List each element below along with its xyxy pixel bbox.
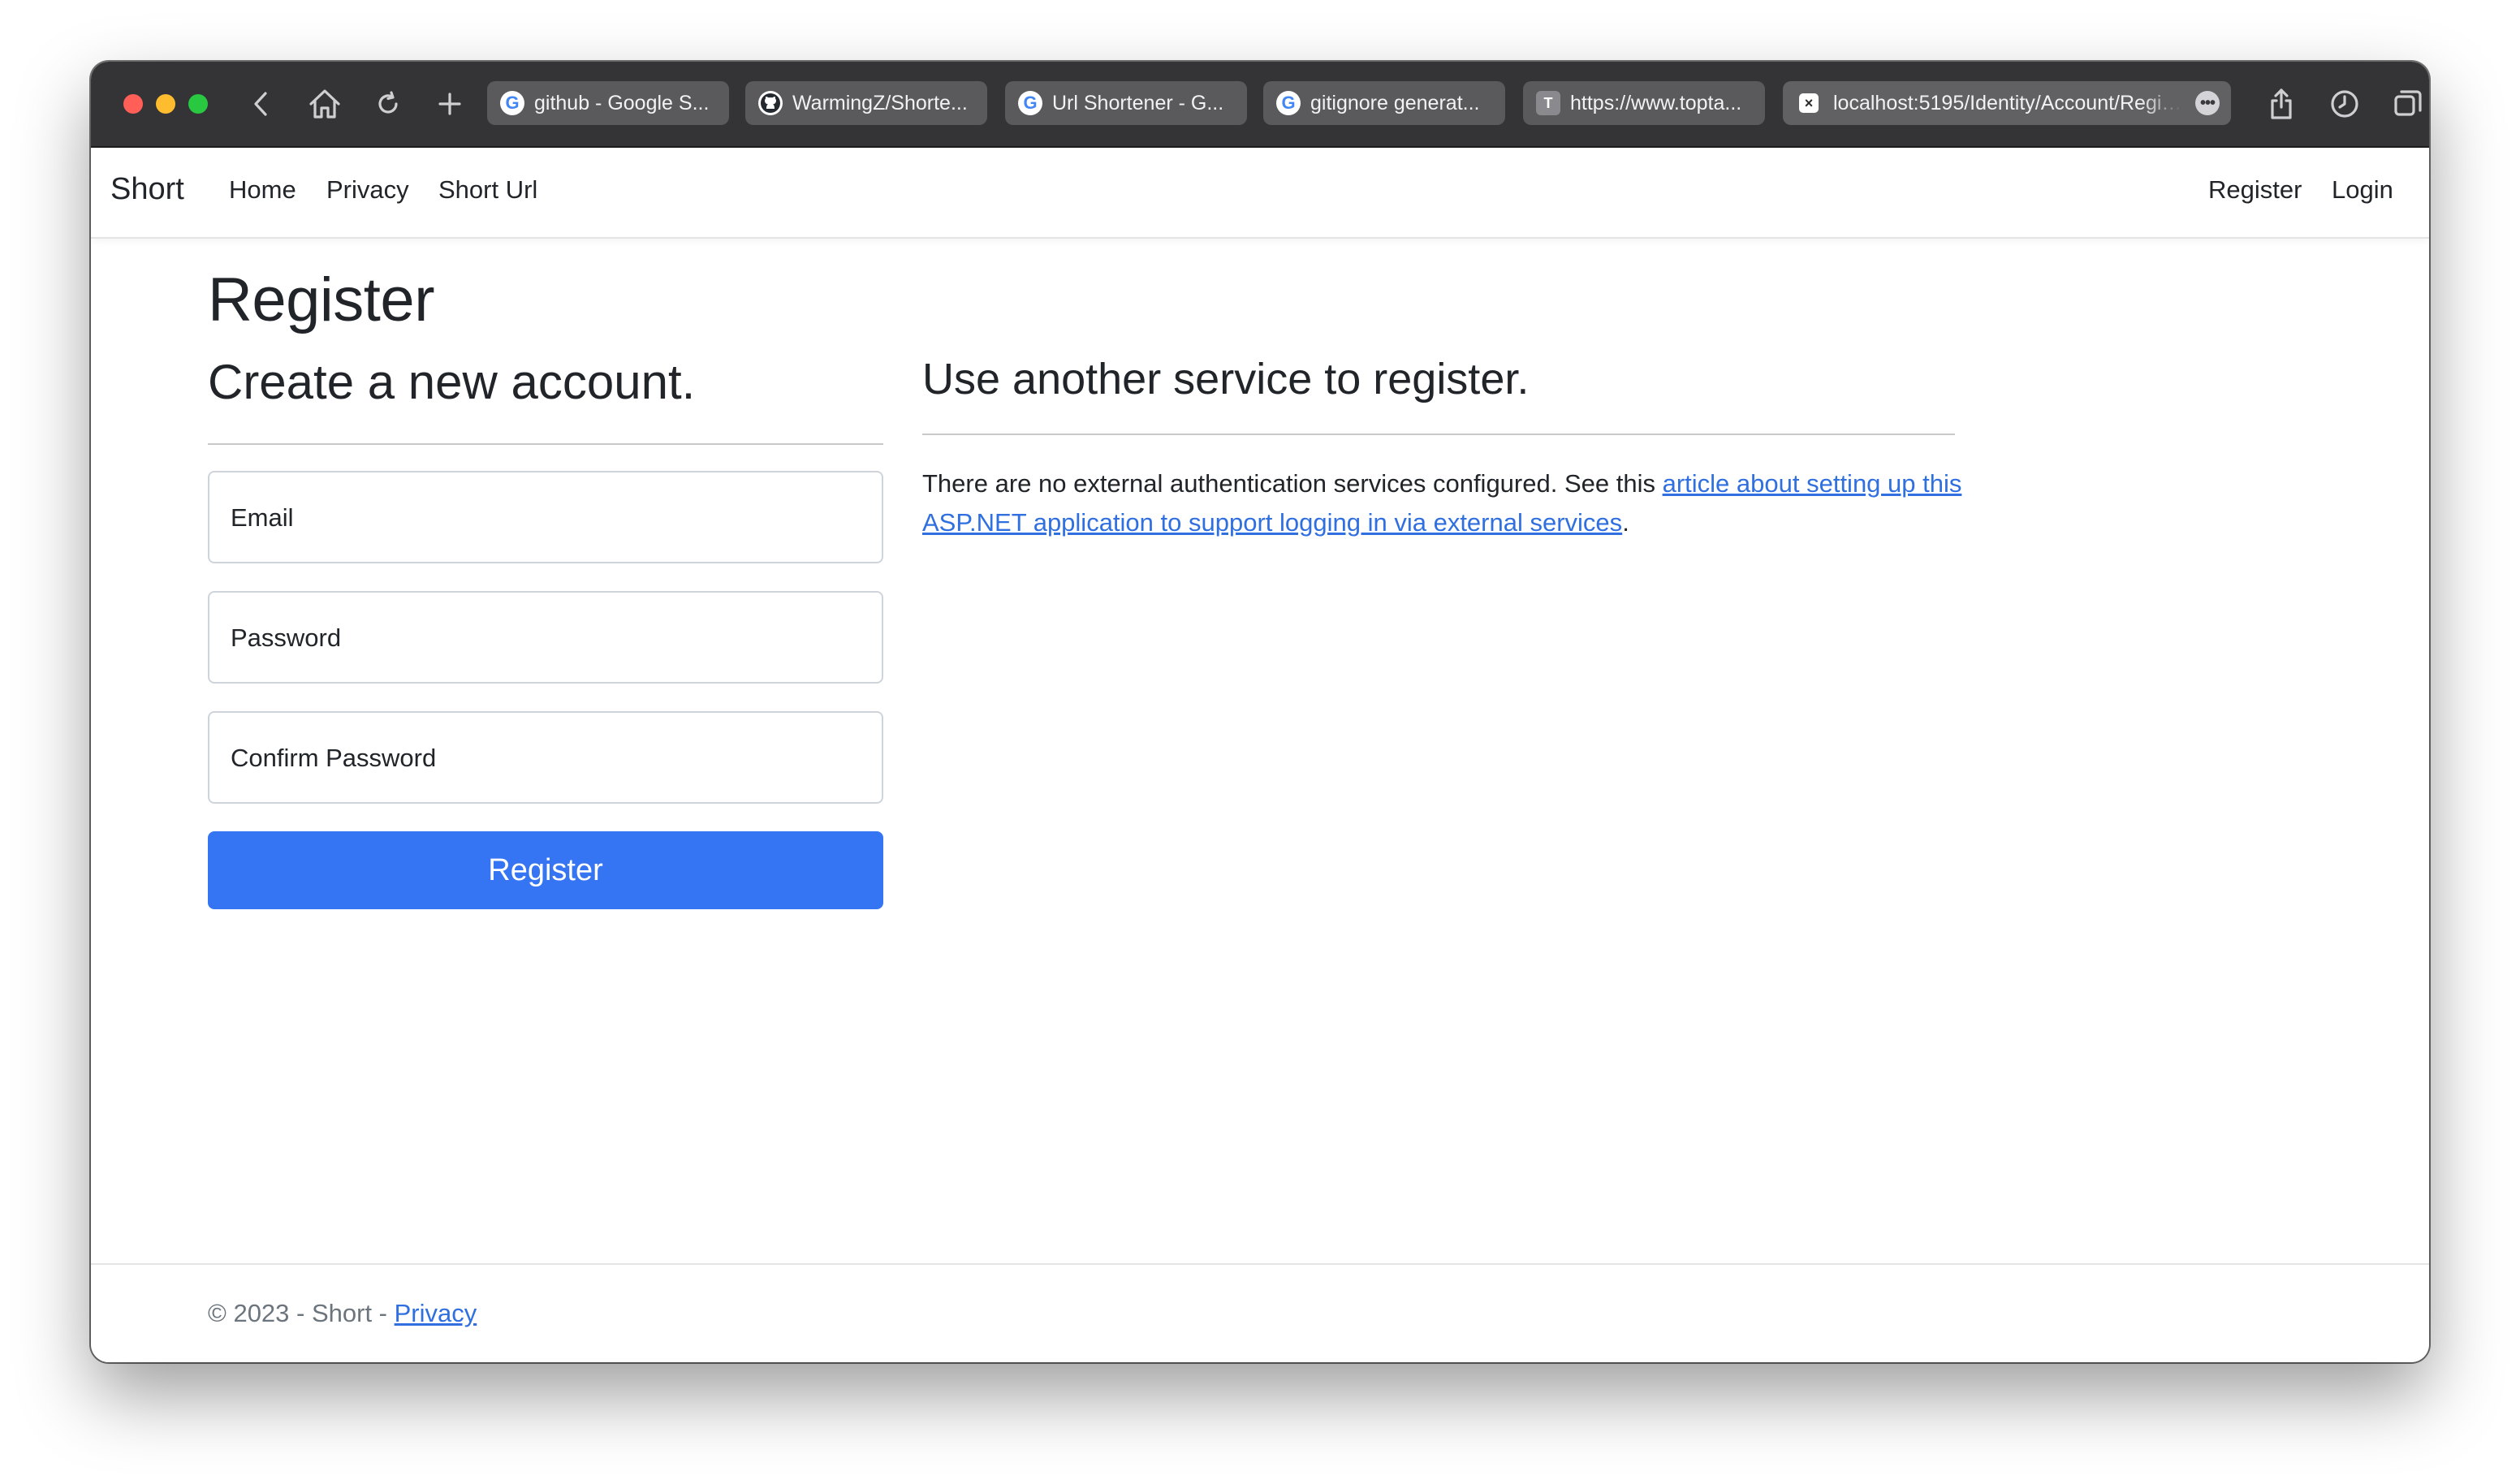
confirm-password-field-label: Confirm Password	[231, 744, 437, 772]
form-subtitle: Create a new account.	[208, 355, 696, 409]
external-divider	[922, 434, 1955, 435]
google-icon: G	[500, 91, 524, 115]
browser-titlebar: G github - Google S... WarmingZ/Shorte..…	[91, 62, 2429, 148]
external-message-end: .	[1622, 508, 1629, 537]
footer-text: © 2023 - Short - Privacy	[208, 1299, 477, 1328]
tab-label: gitignore generat...	[1310, 91, 1480, 114]
tab-github-repo[interactable]: WarmingZ/Shorte...	[745, 81, 987, 125]
tab-toptal[interactable]: T https://www.topta...	[1523, 81, 1765, 125]
tab-label: github - Google S...	[534, 91, 710, 114]
brand-link[interactable]: Short	[110, 172, 184, 207]
google-icon: G	[1018, 91, 1042, 115]
back-icon	[254, 92, 267, 116]
nav-link-login[interactable]: Login	[2332, 175, 2393, 205]
external-message-text: There are no external authentication ser…	[922, 469, 1663, 498]
tab-label: WarmingZ/Shorte...	[792, 91, 968, 114]
nav-link-short-url[interactable]: Short Url	[438, 175, 537, 205]
x-icon: ×	[1799, 93, 1819, 113]
footer-copyright: © 2023 - Short -	[208, 1299, 395, 1327]
google-icon: G	[1276, 91, 1301, 115]
letter-t-icon: T	[1536, 91, 1560, 115]
minimize-window-button[interactable]	[156, 94, 175, 114]
maximize-window-button[interactable]	[188, 94, 208, 114]
nav-link-privacy[interactable]: Privacy	[326, 175, 409, 205]
home-icon	[309, 89, 340, 119]
tab-google-url-shortener[interactable]: G Url Shortener - G...	[1005, 81, 1247, 125]
close-window-button[interactable]	[123, 94, 143, 114]
tab-localhost-register[interactable]: × localhost:5195/Identity/Account/Regist…	[1783, 81, 2231, 125]
history-button[interactable]	[2324, 83, 2366, 125]
share-button[interactable]	[2260, 83, 2302, 125]
reload-icon	[378, 91, 398, 114]
tab-overview-icon	[2394, 90, 2422, 116]
password-field[interactable]: Password	[208, 591, 883, 684]
form-divider	[208, 443, 883, 445]
register-submit-button[interactable]: Register	[208, 831, 883, 909]
browser-window: G github - Google S... WarmingZ/Shorte..…	[91, 62, 2429, 1362]
site-navbar: Short Home Privacy Short Url Register Lo…	[91, 148, 2429, 239]
share-icon	[2271, 88, 2292, 119]
external-login-message: There are no external authentication ser…	[922, 464, 1970, 542]
tab-google-gitignore[interactable]: G gitignore generat...	[1263, 81, 1505, 125]
github-icon	[758, 91, 783, 115]
password-field-label: Password	[231, 623, 342, 652]
tab-overview-button[interactable]	[2387, 83, 2429, 125]
new-tab-button[interactable]	[429, 83, 471, 125]
screen: G github - Google S... WarmingZ/Shorte..…	[0, 0, 2520, 1484]
page-title: Register	[208, 265, 435, 334]
tab-label: localhost:5195/Identity/Account/Register	[1833, 91, 2182, 114]
nav-link-register[interactable]: Register	[2208, 175, 2302, 205]
email-field-label: Email	[231, 503, 294, 532]
more-options-icon[interactable]: •••	[2195, 91, 2220, 115]
external-login-title: Use another service to register.	[922, 355, 1530, 403]
email-field[interactable]: Email	[208, 471, 883, 563]
history-icon	[2331, 90, 2358, 118]
site-footer: © 2023 - Short - Privacy	[91, 1263, 2429, 1362]
home-button[interactable]	[304, 83, 346, 125]
reload-button[interactable]	[367, 83, 409, 125]
confirm-password-field[interactable]: Confirm Password	[208, 711, 883, 804]
new-tab-icon	[438, 93, 461, 115]
tab-label: https://www.topta...	[1570, 91, 1742, 114]
nav-link-home[interactable]: Home	[229, 175, 296, 205]
tab-google-github[interactable]: G github - Google S...	[487, 81, 729, 125]
back-button[interactable]	[240, 83, 283, 125]
footer-privacy-link[interactable]: Privacy	[395, 1299, 477, 1327]
tab-label: Url Shortener - G...	[1052, 91, 1224, 114]
